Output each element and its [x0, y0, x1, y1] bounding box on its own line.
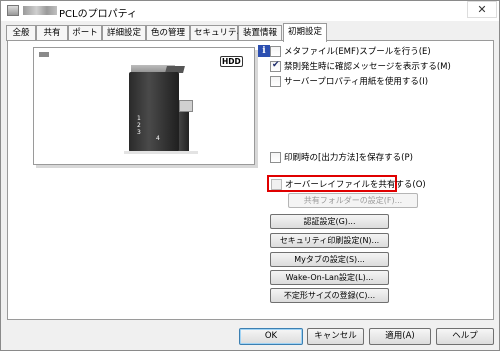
- tray-number-4: 4: [156, 135, 160, 142]
- secure-print-settings-button[interactable]: セキュリティ印刷設定(N)...: [270, 233, 389, 248]
- tab-security[interactable]: セキュリティ: [190, 25, 245, 41]
- preview-tag: [39, 52, 49, 57]
- printer-shadow: [124, 151, 198, 154]
- tab-initial-settings[interactable]: 初期設定: [283, 23, 327, 42]
- printer-finisher: [179, 112, 189, 152]
- server-paper-option[interactable]: サーバープロパティ用紙を使用する(I): [270, 74, 428, 88]
- wake-on-lan-button[interactable]: Wake-On-Lan設定(L)...: [270, 270, 389, 285]
- share-overlay-checkbox[interactable]: [271, 178, 282, 190]
- tab-general[interactable]: 全般: [6, 25, 36, 41]
- info-icon[interactable]: i: [258, 45, 270, 57]
- save-output-method-label: 印刷時の[出力方法]を保存する(P): [284, 153, 413, 163]
- emf-spool-option[interactable]: メタファイル(EMF)スプールを行う(E): [270, 44, 431, 58]
- help-button[interactable]: ヘルプ: [436, 328, 494, 345]
- tab-ports[interactable]: ポート: [68, 25, 102, 41]
- settings-panel: HDD 1 2 3 4 i メタファイル(EMF)スプールを行う(E) 禁則発生…: [7, 40, 494, 320]
- tray-numbers: 1 2 3: [137, 115, 141, 136]
- save-output-method-checkbox[interactable]: [270, 151, 281, 163]
- my-tab-settings-button[interactable]: Myタブの設定(S)...: [270, 252, 389, 267]
- printer-app-icon: [7, 5, 19, 16]
- tab-color-management[interactable]: 色の管理: [146, 25, 190, 41]
- redacted-printer-name: [23, 6, 57, 15]
- hdd-badge: HDD: [220, 56, 243, 67]
- confirm-message-label: 禁則発生時に確認メッセージを表示する(M): [284, 62, 451, 72]
- server-paper-checkbox[interactable]: [270, 75, 281, 87]
- confirm-message-option[interactable]: 禁則発生時に確認メッセージを表示する(M): [270, 59, 451, 73]
- confirm-message-checkbox[interactable]: [270, 60, 281, 72]
- server-paper-label: サーバープロパティ用紙を使用する(I): [284, 77, 429, 87]
- tab-advanced[interactable]: 詳細設定: [102, 25, 146, 41]
- share-overlay-label: オーバーレイファイルを共有する(O): [285, 180, 426, 190]
- ok-button[interactable]: OK: [239, 328, 303, 345]
- printer-preview: HDD 1 2 3 4: [33, 47, 255, 165]
- printer-output-tray: [179, 100, 193, 112]
- share-folder-settings-button[interactable]: 共有フォルダーの設定(F)...: [288, 193, 418, 208]
- tab-device-info[interactable]: 装置情報: [238, 25, 282, 41]
- close-icon[interactable]: ✕: [467, 1, 497, 18]
- printer-properties-window: PCLのプロパティ ✕ 全般 共有 ポート 詳細設定 色の管理 セキュリティ 装…: [0, 0, 500, 351]
- apply-button[interactable]: 適用(A): [369, 328, 431, 345]
- printer-image: [129, 72, 179, 152]
- emf-spool-checkbox[interactable]: [270, 45, 281, 57]
- save-output-method-option[interactable]: 印刷時の[出力方法]を保存する(P): [270, 150, 413, 164]
- window-title: PCLのプロパティ: [59, 9, 137, 20]
- title-bar: PCLのプロパティ ✕: [1, 1, 499, 21]
- custom-size-button[interactable]: 不定形サイズの登録(C)...: [270, 288, 389, 303]
- share-overlay-option[interactable]: オーバーレイファイルを共有する(O): [271, 177, 426, 191]
- cancel-button[interactable]: キャンセル: [307, 328, 364, 345]
- tab-sharing[interactable]: 共有: [36, 25, 68, 41]
- auth-settings-button[interactable]: 認証設定(G)...: [270, 214, 389, 229]
- emf-spool-label: メタファイル(EMF)スプールを行う(E): [284, 47, 431, 57]
